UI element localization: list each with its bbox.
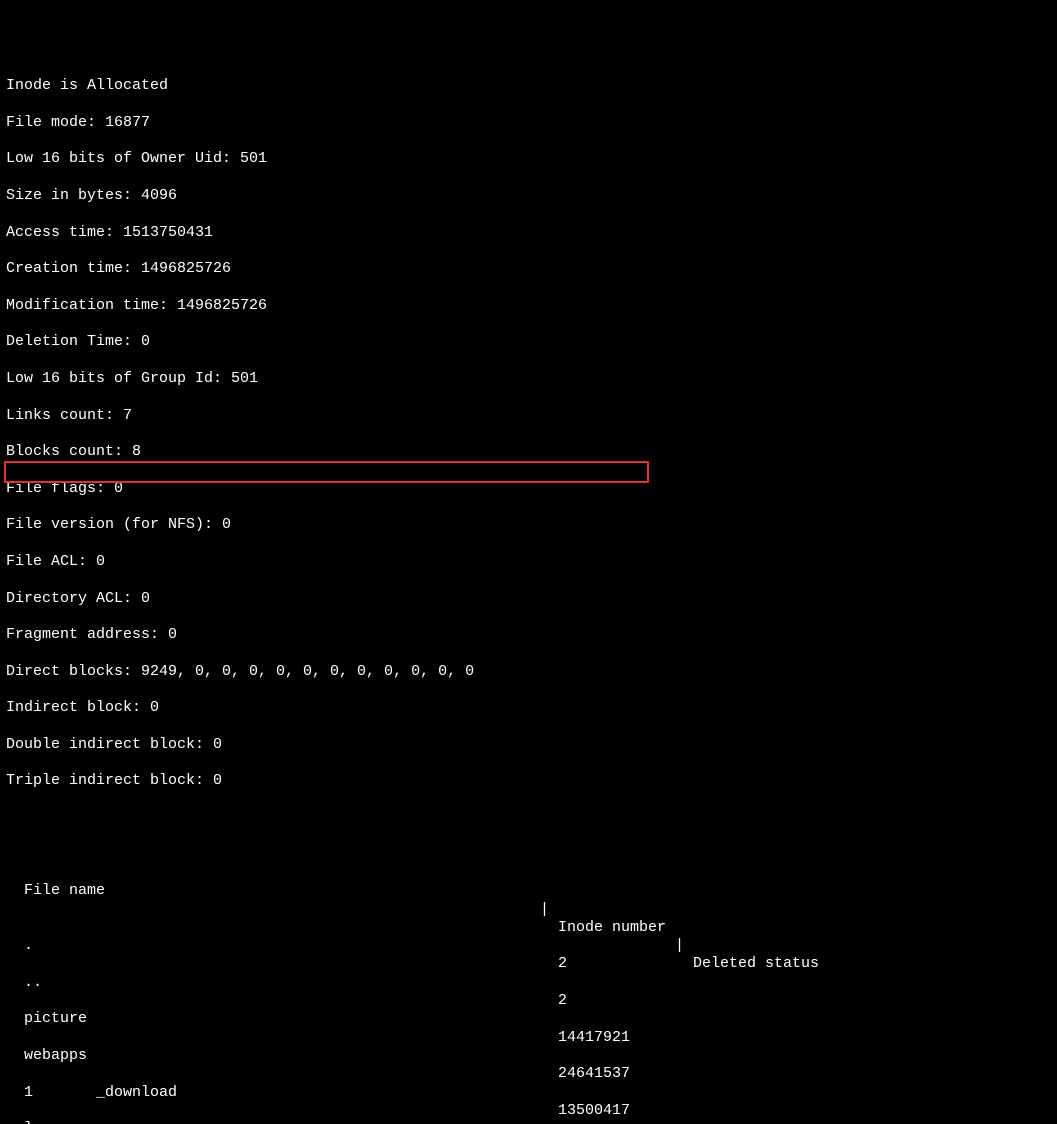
table-row: .. 2 [6,955,1051,973]
access-time: Access time: 1513750431 [6,224,1051,242]
creation-time: Creation time: 1496825726 [6,260,1051,278]
row-name: webapps [24,1047,87,1064]
inode-header: Inode is Allocated [6,77,1051,95]
direct-blocks: Direct blocks: 9249, 0, 0, 0, 0, 0, 0, 0… [6,663,1051,681]
double-indirect: Double indirect block: 0 [6,736,1051,754]
triple-indirect: Triple indirect block: 0 [6,772,1051,790]
table-row: logXXXX 29622273 [6,1102,1051,1120]
table-header-row: File name | Inode number | Deleted statu… [6,864,1051,882]
row-name: .. [24,974,42,991]
header-file-name: File name [24,882,105,899]
blank-line [6,809,1051,827]
modification-time: Modification time: 1496825726 [6,297,1051,315]
links-count: Links count: 7 [6,407,1051,425]
redacted-text: XXXXXXX [33,1084,96,1102]
low16-group: Low 16 bits of Group Id: 501 [6,370,1051,388]
fragment-address: Fragment address: 0 [6,626,1051,644]
file-acl: File ACL: 0 [6,553,1051,571]
deletion-time: Deletion Time: 0 [6,333,1051,351]
file-mode: File mode: 16877 [6,114,1051,132]
table-row: . 2 [6,919,1051,937]
blocks-count: Blocks count: 8 [6,443,1051,461]
header-sep-1: | [540,901,549,919]
directory-acl: Directory ACL: 0 [6,590,1051,608]
indirect-block: Indirect block: 0 [6,699,1051,717]
header-sep-2: | [675,937,684,955]
redacted-text: XXXX [51,1120,87,1124]
row-name-prefix: 1 [24,1084,33,1101]
table-row-webapps: webapps 24641537 [6,1029,1051,1047]
file-flags: File flags: 0 [6,480,1051,498]
table-row: picture 14417921 [6,992,1051,1010]
low16-owner: Low 16 bits of Owner Uid: 501 [6,150,1051,168]
file-version: File version (for NFS): 0 [6,516,1051,534]
table-row: 1XXXXXXX_download 13500417 [6,1065,1051,1083]
row-name-suffix: _download [96,1084,177,1101]
row-name: log [24,1120,51,1124]
size-bytes: Size in bytes: 4096 [6,187,1051,205]
row-name: picture [24,1010,87,1027]
row-name: . [24,937,33,954]
